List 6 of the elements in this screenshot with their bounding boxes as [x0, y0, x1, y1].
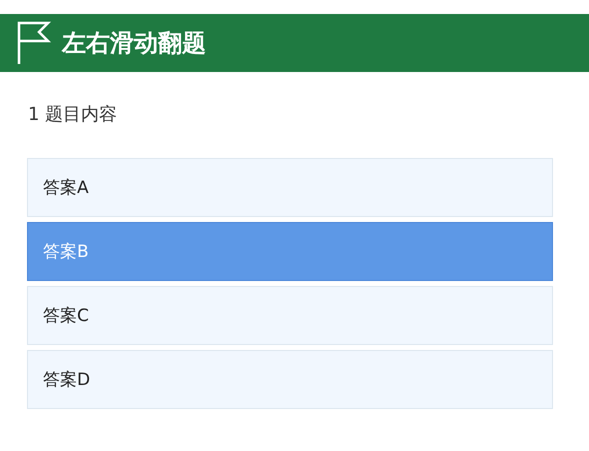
answer-option[interactable]: 答案C [27, 286, 553, 345]
page-title: 左右滑动翻题 [62, 28, 206, 59]
flag-icon [16, 21, 52, 65]
answer-option[interactable]: 答案D [27, 350, 553, 409]
answer-option[interactable]: 答案A [27, 158, 553, 217]
question-text: 1 题目内容 [28, 104, 118, 126]
